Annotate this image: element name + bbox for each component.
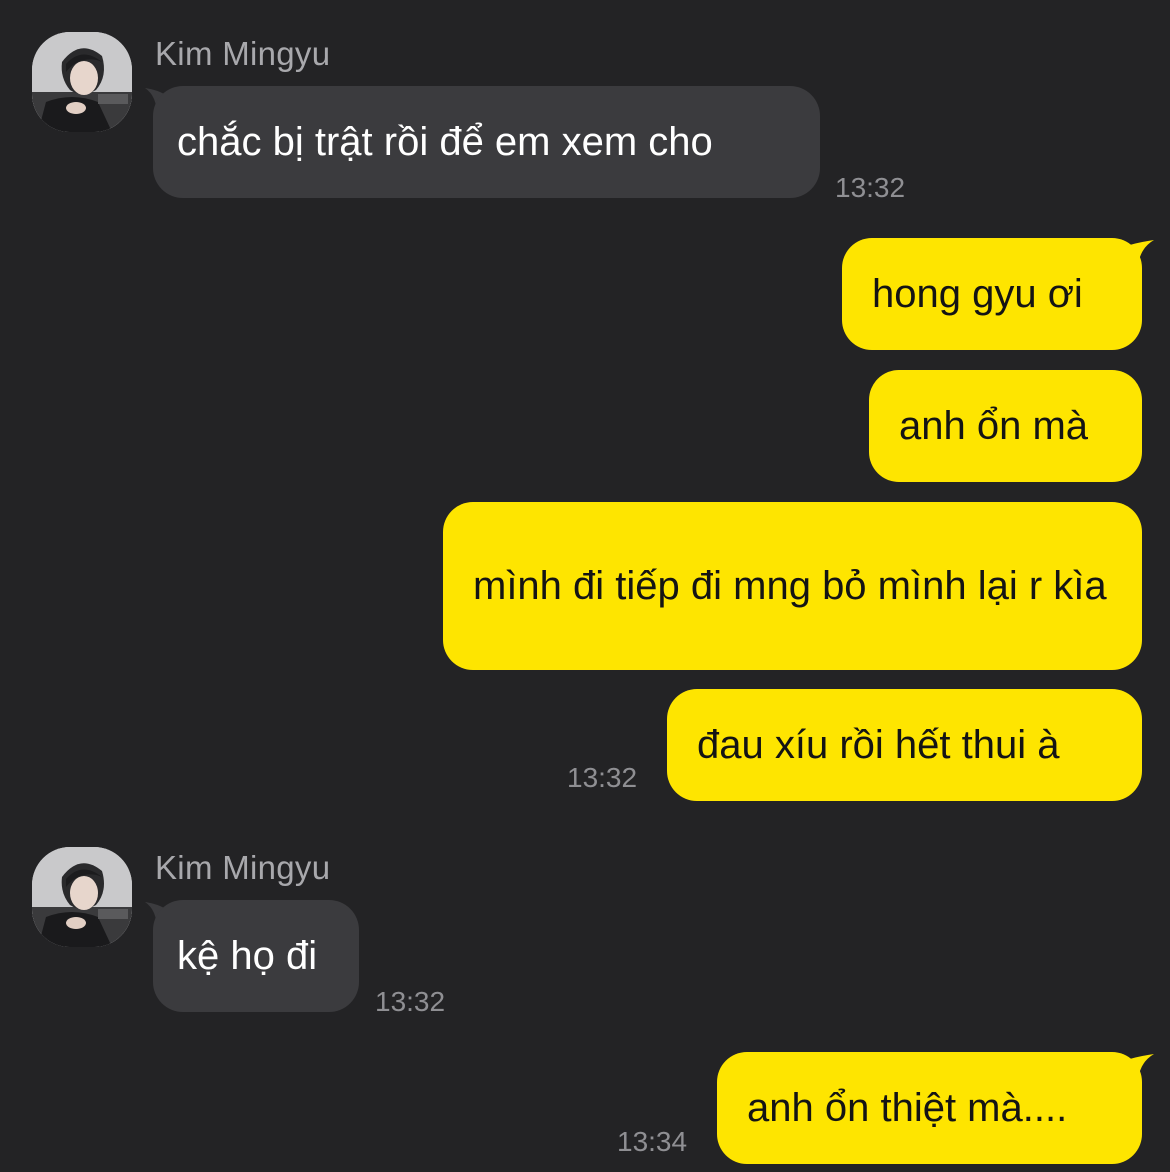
sender-name: Kim Mingyu	[155, 35, 331, 72]
message-timestamp: 13:32	[375, 986, 446, 1017]
message-bubble-outgoing[interactable]: mình đi tiếp đi mng bỏ mình lại r kìa	[443, 502, 1142, 670]
message-bubble-outgoing[interactable]: hong gyu ơi	[842, 238, 1142, 350]
message-timestamp: 13:32	[567, 762, 638, 793]
avatar-photo-icon	[32, 32, 132, 132]
sender-name: Kim Mingyu	[155, 849, 331, 886]
message-timestamp: 13:34	[617, 1126, 688, 1157]
message-bubble-incoming[interactable]: kệ họ đi	[153, 900, 359, 1012]
avatar[interactable]	[32, 32, 132, 132]
message-timestamp: 13:32	[835, 172, 906, 203]
avatar[interactable]	[32, 847, 132, 947]
message-bubble-outgoing[interactable]: đau xíu rồi hết thui à	[667, 689, 1142, 801]
avatar-photo-icon	[32, 847, 132, 947]
message-bubble-outgoing[interactable]: anh ổn mà	[869, 370, 1142, 482]
message-bubble-outgoing[interactable]: anh ổn thiệt mà....	[717, 1052, 1142, 1164]
message-bubble-incoming[interactable]: chắc bị trật rồi để em xem cho	[153, 86, 820, 198]
